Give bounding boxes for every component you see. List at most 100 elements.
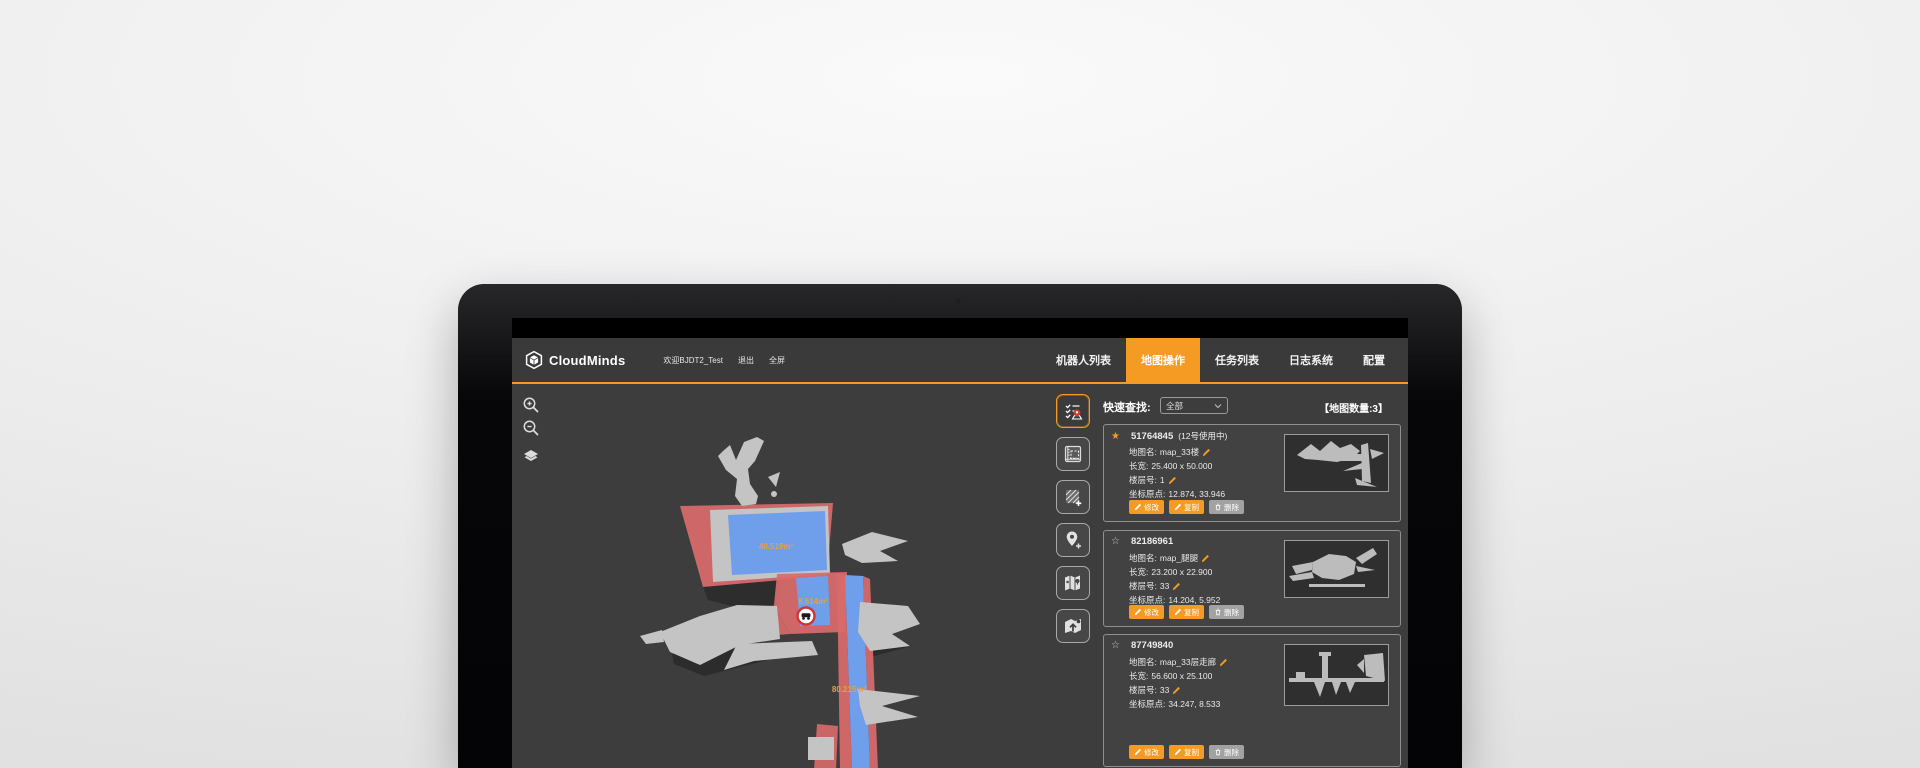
zoom-out-icon[interactable] (522, 419, 540, 437)
field-label: 楼层号: (1129, 474, 1157, 486)
robot-position-marker[interactable] (798, 608, 815, 625)
trash-icon (1214, 748, 1222, 756)
tab-robot-list[interactable]: 机器人列表 (1041, 338, 1126, 382)
area-label-1: 40.519m² (759, 542, 794, 551)
field-label: 地图名: (1129, 552, 1157, 564)
edit-pencil-icon[interactable] (1219, 658, 1228, 667)
map-id: 82186961 (1131, 536, 1173, 547)
map-thumbnail[interactable] (1284, 434, 1389, 492)
content-area: 40.519m² 8.614m² 80.215m² (512, 384, 1408, 768)
field-value: 1 (1160, 475, 1165, 485)
edit-pencil-icon[interactable] (1168, 476, 1177, 485)
trash-icon (1214, 608, 1222, 616)
brand-name: CloudMinds (549, 353, 625, 368)
favorite-star-icon[interactable]: ☆ (1111, 641, 1120, 651)
pencil-icon (1174, 748, 1182, 756)
field-value: 33 (1160, 581, 1169, 591)
pencil-icon (1174, 503, 1182, 511)
modify-button[interactable]: 修改 (1129, 605, 1164, 619)
field-value: 34.247, 8.533 (1168, 699, 1220, 709)
field-label: 长宽: (1129, 460, 1148, 472)
map-edit-icon (1062, 572, 1084, 594)
quick-search-label: 快速查找: (1103, 399, 1151, 415)
modify-button[interactable]: 修改 (1129, 500, 1164, 514)
favorite-star-icon[interactable]: ☆ (1111, 537, 1120, 547)
map-edit-button[interactable] (1056, 566, 1090, 600)
copy-button[interactable]: 复制 (1169, 745, 1204, 759)
edit-pencil-icon[interactable] (1202, 448, 1211, 457)
map-id: 87749840 (1131, 640, 1173, 651)
virtual-wall-add-button[interactable] (1056, 480, 1090, 514)
map-list-panel: 快速查找: 全部 【地图数量:3】 ★ 51764845 (12号使用中) (1103, 384, 1403, 768)
poi-add-icon (1062, 529, 1084, 551)
field-label: 坐标原点: (1129, 488, 1165, 500)
favorite-star-icon[interactable]: ★ (1111, 432, 1120, 442)
filter-dropdown[interactable]: 全部 (1160, 397, 1228, 414)
tab-task-list[interactable]: 任务列表 (1200, 338, 1274, 382)
task-route-pin-icon (1062, 400, 1084, 422)
field-value: 12.874, 33.946 (1168, 489, 1225, 499)
logout-link[interactable]: 退出 (738, 355, 754, 366)
field-value: map_腿腿 (1160, 552, 1198, 564)
field-value: map_33楼 (1160, 446, 1199, 458)
field-label: 地图名: (1129, 656, 1157, 668)
filter-value: 全部 (1166, 400, 1183, 412)
trash-icon (1214, 503, 1222, 511)
map-upload-button[interactable] (1056, 609, 1090, 643)
map-measure-button[interactable] (1056, 437, 1090, 471)
map-count-label: 【地图数量:3】 (1319, 400, 1388, 415)
webcam-dot (956, 299, 961, 304)
map-id: 51764845 (1131, 431, 1173, 442)
field-value: 33 (1160, 685, 1169, 695)
field-value: map_33层走廊 (1160, 656, 1216, 668)
map-card-1: ★ 51764845 (12号使用中) (1103, 424, 1401, 522)
copy-button[interactable]: 复制 (1169, 500, 1204, 514)
welcome-text: 欢迎BJDT2_Test (663, 355, 723, 366)
modify-button[interactable]: 修改 (1129, 745, 1164, 759)
cloudminds-logo-icon (524, 350, 544, 370)
map-measure-icon (1062, 443, 1084, 465)
screen: CloudMinds 欢迎BJDT2_Test 退出 全屏 机器人列表 地图操作… (512, 318, 1408, 768)
tab-log-system[interactable]: 日志系统 (1274, 338, 1348, 382)
edit-pencil-icon[interactable] (1172, 582, 1181, 591)
field-label: 坐标原点: (1129, 698, 1165, 710)
virtual-wall-add-icon (1062, 486, 1084, 508)
edit-pencil-icon[interactable] (1201, 554, 1210, 563)
field-value: 23.200 x 22.900 (1151, 567, 1212, 577)
map-thumbnail[interactable] (1284, 644, 1389, 706)
layers-icon[interactable] (522, 448, 540, 466)
field-label: 楼层号: (1129, 580, 1157, 592)
pencil-icon (1134, 503, 1142, 511)
edit-pencil-icon[interactable] (1172, 686, 1181, 695)
map-in-use-note: (12号使用中) (1178, 430, 1227, 442)
copy-button[interactable]: 复制 (1169, 605, 1204, 619)
delete-button[interactable]: 删除 (1209, 605, 1244, 619)
field-label: 楼层号: (1129, 684, 1157, 696)
delete-button[interactable]: 删除 (1209, 745, 1244, 759)
map-upload-icon (1062, 615, 1084, 637)
pencil-icon (1174, 608, 1182, 616)
page-background: CloudMinds 欢迎BJDT2_Test 退出 全屏 机器人列表 地图操作… (0, 0, 1920, 768)
poi-add-button[interactable] (1056, 523, 1090, 557)
delete-button[interactable]: 删除 (1209, 500, 1244, 514)
field-label: 长宽: (1129, 670, 1148, 682)
map-thumbnail[interactable] (1284, 540, 1389, 598)
brand[interactable]: CloudMinds (524, 350, 625, 370)
map-controls (522, 396, 540, 466)
tab-configuration[interactable]: 配置 (1348, 338, 1400, 382)
pencil-icon (1134, 748, 1142, 756)
tab-map-operation[interactable]: 地图操作 (1126, 338, 1200, 382)
area-label-3: 80.215m² (832, 685, 867, 694)
pencil-icon (1134, 608, 1142, 616)
main-tabs: 机器人列表 地图操作 任务列表 日志系统 配置 (1041, 338, 1408, 382)
field-value: 56.600 x 25.100 (1151, 671, 1212, 681)
task-route-pin-button[interactable] (1056, 394, 1090, 428)
map-card-3: ☆ 87749840 (1103, 634, 1401, 767)
zoom-in-icon[interactable] (522, 396, 540, 414)
monitor-bezel: CloudMinds 欢迎BJDT2_Test 退出 全屏 机器人列表 地图操作… (458, 284, 1462, 768)
chevron-down-icon (1214, 403, 1222, 409)
field-label: 地图名: (1129, 446, 1157, 458)
field-value: 25.400 x 50.000 (1151, 461, 1212, 471)
fullscreen-link[interactable]: 全屏 (769, 355, 785, 366)
field-value: 14.204, 5.952 (1168, 595, 1220, 605)
